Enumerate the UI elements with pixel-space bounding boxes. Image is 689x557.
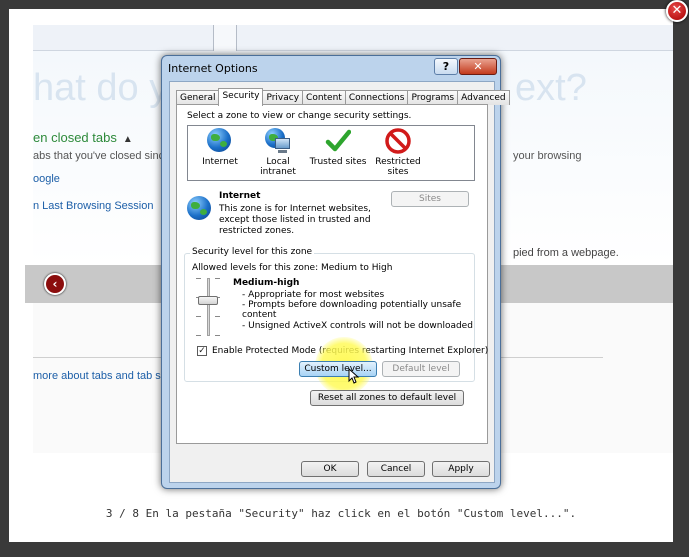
apply-button[interactable]: Apply (432, 461, 490, 477)
zone-detail-line3: restricted zones. (219, 226, 295, 236)
dialog-title: Internet Options (168, 62, 258, 75)
zone-detail-globe-icon (187, 196, 211, 220)
internet-options-dialog: Internet Options ? ✕ General Security Pr… (161, 55, 510, 489)
level-name: Medium-high (233, 278, 300, 288)
background-heading-right: ext? (515, 67, 587, 109)
select-zone-label: Select a zone to view or change security… (187, 111, 412, 121)
reset-all-zones-button[interactable]: Reset all zones to default level (310, 390, 464, 406)
zone-local-intranet[interactable]: Local intranet (248, 128, 308, 177)
tab-security[interactable]: Security (218, 88, 264, 106)
tab-advanced[interactable]: Advanced (457, 90, 510, 105)
dialog-body: General Security Privacy Content Connect… (169, 81, 510, 483)
zone-list: Internet Local intranet Trusted sites Re… (187, 125, 475, 181)
slider-track (207, 278, 210, 336)
zone-detail-line2: except those listed in trusted and (219, 215, 371, 225)
zone-internet[interactable]: Internet (190, 128, 250, 167)
background-heading-left: hat do y (33, 67, 169, 109)
slider-thumb[interactable] (198, 296, 218, 305)
zone-detail-heading: Internet (219, 191, 261, 201)
tab-privacy[interactable]: Privacy (262, 90, 304, 105)
level-bullet-2: - Prompts before downloading potentially… (242, 300, 462, 310)
protected-mode-checkbox[interactable]: ✓ (197, 346, 207, 356)
zone-detail-line1: This zone is for Internet websites, (219, 204, 371, 214)
slide-caption: 3 / 8 En la pestaña "Security" haz click… (105, 507, 577, 520)
restricted-icon (385, 128, 411, 154)
default-level-button[interactable]: Default level (382, 361, 460, 377)
zone-label: Internet (202, 157, 238, 167)
checkmark-icon (325, 128, 352, 154)
tab-content[interactable]: Content (302, 90, 346, 105)
tab-programs[interactable]: Programs (407, 90, 459, 105)
lightbox-close-button[interactable]: ✕ (666, 0, 688, 22)
previous-slide-button[interactable]: ‹ (44, 273, 66, 295)
last-session-link: n Last Browsing Session (33, 200, 154, 212)
security-level-group: Security level for this zone Allowed lev… (184, 247, 488, 395)
intranet-icon (265, 128, 291, 154)
level-bullet-1: - Appropriate for most websites (242, 290, 385, 300)
level-bullet-3: - Unsigned ActiveX controls will not be … (242, 321, 473, 331)
background-toolbar (33, 25, 673, 51)
tab-strip: General Security Privacy Content Connect… (176, 88, 510, 106)
cancel-button[interactable]: Cancel (367, 461, 425, 477)
copied-text: pied from a webpage. (513, 247, 619, 259)
globe-icon (207, 128, 233, 154)
mouse-pointer-icon (348, 368, 360, 384)
zone-restricted-sites[interactable]: Restricted sites (368, 128, 428, 177)
tab-connections[interactable]: Connections (344, 90, 409, 105)
custom-level-button[interactable]: Custom level... (299, 361, 377, 377)
reopen-closed-tabs-heading: en closed tabs ▲ (33, 130, 133, 145)
dialog-close-button[interactable]: ✕ (459, 58, 497, 75)
security-tab-panel: Select a zone to view or change security… (176, 104, 488, 444)
zone-trusted-sites[interactable]: Trusted sites (308, 128, 368, 167)
google-link: oogle (33, 173, 60, 185)
zone-label: Local intranet (260, 157, 296, 177)
tab-general[interactable]: General (176, 90, 220, 105)
reopen-heading-text: en closed tabs (33, 130, 117, 145)
security-slider[interactable] (185, 254, 230, 339)
caret-up-icon: ▲ (122, 134, 133, 145)
help-button[interactable]: ? (434, 58, 458, 75)
reopen-description: abs that you've closed since st (33, 150, 182, 162)
level-bullet-2b: content (242, 310, 277, 320)
reopen-description-right: your browsing (513, 150, 582, 162)
ok-button[interactable]: OK (301, 461, 359, 477)
learn-more-link: more about tabs and tab sho (33, 370, 174, 382)
sites-button[interactable]: Sites (391, 191, 469, 207)
zone-label: Trusted sites (309, 157, 367, 167)
zone-label: Restricted sites (375, 157, 421, 177)
background-tab (213, 25, 237, 51)
